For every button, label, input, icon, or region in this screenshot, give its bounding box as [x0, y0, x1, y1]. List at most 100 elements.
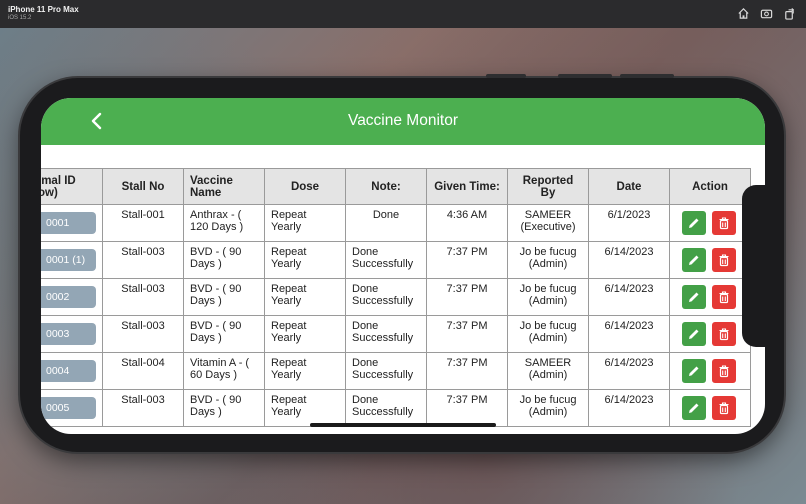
trash-icon: [719, 291, 729, 304]
edit-button[interactable]: [682, 396, 706, 420]
cell-note: Done Successfully: [345, 241, 427, 279]
cell-action: [669, 315, 751, 353]
cell-note: Done Successfully: [345, 389, 427, 427]
delete-button[interactable]: [712, 211, 736, 235]
cell-given-time: 7:37 PM: [426, 241, 508, 279]
pencil-icon: [689, 292, 699, 302]
header-action: Action: [669, 168, 751, 205]
cell-animal-id: 0003: [41, 315, 103, 353]
app-screen: Vaccine Monitor imal ID ow) Stall No Vacc…: [41, 98, 765, 434]
screenshot-icon[interactable]: [760, 7, 773, 20]
animal-id-badge[interactable]: 0001 (1): [41, 249, 96, 271]
page-title: Vaccine Monitor: [348, 112, 458, 129]
delete-button[interactable]: [712, 396, 736, 420]
cell-reported-by: Jo be fucug (Admin): [507, 241, 589, 279]
os-version: iOS 15.2: [8, 15, 32, 21]
cell-given-time: 7:37 PM: [426, 278, 508, 316]
header-animal-id: imal ID ow): [41, 168, 103, 205]
cell-vaccine-name: BVD - ( 90 Days ): [183, 389, 265, 427]
cell-reported-by: SAMEER (Admin): [507, 352, 589, 390]
pencil-icon: [689, 329, 699, 339]
animal-id-badge[interactable]: 0001: [41, 212, 96, 234]
cell-stall-no: Stall-003: [102, 278, 184, 316]
cell-stall-no: Stall-003: [102, 315, 184, 353]
cell-reported-by: SAMEER (Executive): [507, 204, 589, 242]
cell-vaccine-name: Vitamin A - ( 60 Days ): [183, 352, 265, 390]
header-given-time: Given Time:: [426, 168, 508, 205]
volume-button: [558, 74, 612, 78]
cell-date: 6/1/2023: [588, 204, 670, 242]
home-indicator[interactable]: [310, 423, 496, 427]
header-date: Date: [588, 168, 670, 205]
cell-action: [669, 352, 751, 390]
cell-stall-no: Stall-004: [102, 352, 184, 390]
cell-note: Done Successfully: [345, 315, 427, 353]
trash-icon: [719, 328, 729, 341]
cell-dose: Repeat Yearly: [264, 315, 346, 353]
cell-note: Done Successfully: [345, 352, 427, 390]
cell-date: 6/14/2023: [588, 389, 670, 427]
animal-id-badge[interactable]: 0004: [41, 360, 96, 382]
table-row: 0001 Stall-001 Anthrax - ( 120 Days ) Repea…: [41, 204, 751, 242]
header-dose: Dose: [264, 168, 346, 205]
cell-given-time: 4:36 AM: [426, 204, 508, 242]
cell-reported-by: Jo be fucug (Admin): [507, 389, 589, 427]
vaccine-table: imal ID ow) Stall No Vaccine Name Dose No…: [41, 168, 751, 427]
delete-button[interactable]: [712, 285, 736, 309]
cell-action: [669, 241, 751, 279]
cell-animal-id: 0001 (1): [41, 241, 103, 279]
cell-stall-no: Stall-003: [102, 241, 184, 279]
cell-given-time: 7:37 PM: [426, 315, 508, 353]
pencil-icon: [689, 255, 699, 265]
pencil-icon: [689, 403, 699, 413]
volume-button: [620, 74, 674, 78]
edit-button[interactable]: [682, 211, 706, 235]
edit-button[interactable]: [682, 285, 706, 309]
trash-icon: [719, 402, 729, 415]
pencil-icon: [689, 366, 699, 376]
cell-reported-by: Jo be fucug (Admin): [507, 315, 589, 353]
cell-date: 6/14/2023: [588, 278, 670, 316]
animal-id-badge[interactable]: 0003: [41, 323, 96, 345]
delete-button[interactable]: [712, 248, 736, 272]
table-row: 0003 Stall-003 BVD - ( 90 Days ) Repeat Yea…: [41, 315, 751, 353]
device-name: iPhone 11 Pro Max: [8, 5, 79, 14]
animal-id-badge[interactable]: 0005: [41, 397, 96, 419]
delete-button[interactable]: [712, 359, 736, 383]
edit-button[interactable]: [682, 322, 706, 346]
cell-vaccine-name: BVD - ( 90 Days ): [183, 315, 265, 353]
vaccine-table-container[interactable]: imal ID ow) Stall No Vaccine Name Dose No…: [41, 168, 765, 428]
cell-vaccine-name: BVD - ( 90 Days ): [183, 241, 265, 279]
header-stall-no: Stall No: [102, 168, 184, 205]
cell-animal-id: 0005: [41, 389, 103, 427]
cell-action: [669, 278, 751, 316]
cell-animal-id: 0002: [41, 278, 103, 316]
cell-dose: Repeat Yearly: [264, 204, 346, 242]
trash-icon: [719, 217, 729, 230]
cell-date: 6/14/2023: [588, 315, 670, 353]
table-row: 0002 Stall-003 BVD - ( 90 Days ) Repeat Yea…: [41, 278, 751, 316]
table-row: 0001 (1) Stall-003 BVD - ( 90 Days ) Repeat…: [41, 241, 751, 279]
pencil-icon: [689, 218, 699, 228]
cell-action: [669, 389, 751, 427]
edit-button[interactable]: [682, 248, 706, 272]
table-header-row: imal ID ow) Stall No Vaccine Name Dose No…: [41, 168, 751, 205]
delete-button[interactable]: [712, 322, 736, 346]
animal-id-badge[interactable]: 0002: [41, 286, 96, 308]
cell-vaccine-name: Anthrax - ( 120 Days ): [183, 204, 265, 242]
cell-dose: Repeat Yearly: [264, 278, 346, 316]
cell-action: [669, 204, 751, 242]
rotate-icon[interactable]: [783, 7, 796, 20]
table-row: 0004 Stall-004 Vitamin A - ( 60 Days ) Repe…: [41, 352, 751, 390]
volume-button: [486, 74, 526, 78]
trash-icon: [719, 365, 729, 378]
cell-note: Done Successfully: [345, 278, 427, 316]
edit-button[interactable]: [682, 359, 706, 383]
cell-animal-id: 0004: [41, 352, 103, 390]
header-vaccine-name: Vaccine Name: [183, 168, 265, 205]
cell-animal-id: 0001: [41, 204, 103, 242]
header-reported-by: Reported By: [507, 168, 589, 205]
phone-notch: [742, 185, 772, 347]
home-icon[interactable]: [737, 7, 750, 20]
cell-stall-no: Stall-003: [102, 389, 184, 427]
